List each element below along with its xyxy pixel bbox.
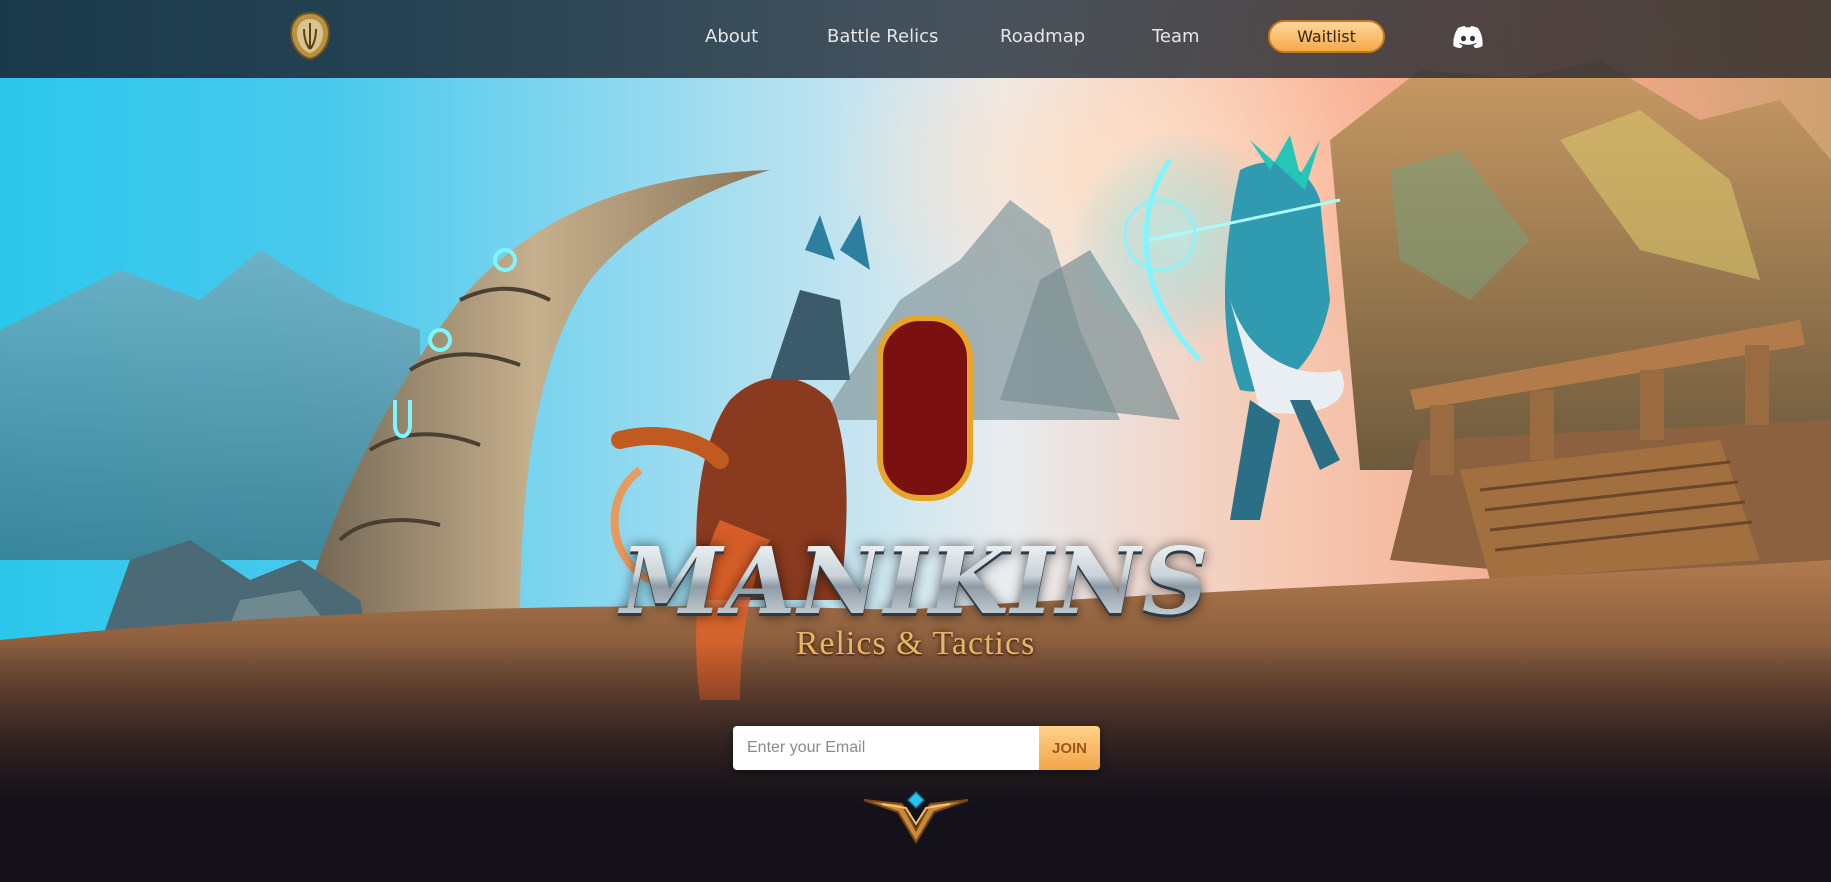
game-title: MANIKINS (0, 527, 1831, 635)
shield-emblem-icon[interactable] (289, 11, 331, 61)
nav-link-team[interactable]: Team (1152, 26, 1200, 47)
waitlist-signup-form: JOIN (733, 726, 1100, 770)
nav-link-about[interactable]: About (705, 26, 758, 47)
nav-link-roadmap[interactable]: Roadmap (1000, 26, 1085, 47)
email-input[interactable] (733, 726, 1039, 770)
waitlist-button[interactable]: Waitlist (1268, 20, 1385, 53)
top-nav: About Battle Relics Roadmap Team Waitlis… (0, 0, 1831, 78)
join-button[interactable]: JOIN (1039, 726, 1100, 770)
scroll-down-emblem-icon[interactable] (862, 790, 970, 844)
discord-icon[interactable] (1453, 26, 1483, 48)
game-subtitle: Relics & Tactics (795, 625, 1036, 662)
nav-link-battle-relics[interactable]: Battle Relics (827, 26, 938, 47)
